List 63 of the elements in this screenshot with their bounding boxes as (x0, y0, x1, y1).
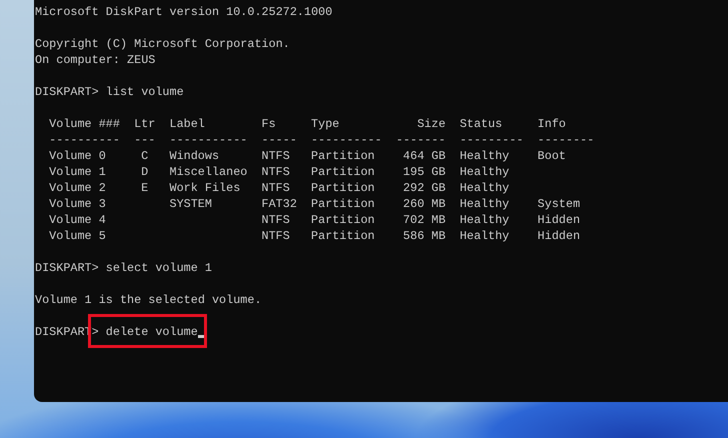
command-line: DISKPART> list volume (35, 84, 184, 100)
table-cell-text: 195 GB (402, 164, 446, 180)
column-header: Fs (262, 116, 277, 132)
table-cell-text: NTFS (262, 228, 291, 244)
column-separator: ----- (262, 132, 297, 148)
column-separator: --- (134, 132, 156, 148)
table-cell-text: 292 GB (402, 180, 446, 196)
column-separator: ------- (396, 132, 446, 148)
table-cell-text: Windows (169, 148, 220, 164)
table-cell-text: NTFS (262, 164, 291, 180)
table-cell-text: Partition (311, 228, 376, 244)
column-separator: --------- (460, 132, 524, 148)
column-separator: ---------- (49, 132, 120, 148)
table-cell-text: 702 MB (402, 212, 446, 228)
table-cell-text: Hidden (538, 228, 582, 244)
table-cell-text: Volume 2 (49, 180, 107, 196)
column-header: Type (311, 116, 340, 132)
column-header: Ltr (134, 116, 156, 132)
column-header: Volume ### (49, 116, 120, 132)
table-cell-text: Hidden (538, 212, 582, 228)
table-cell-text: Healthy (460, 196, 510, 212)
output-text: On computer: ZEUS (35, 52, 156, 68)
table-cell-text: Healthy (460, 164, 510, 180)
table-cell-text: C (140, 148, 150, 164)
column-header: Status (460, 116, 504, 132)
column-separator: ----------- (169, 132, 248, 148)
table-cell-text: SYSTEM (169, 196, 213, 212)
table-cell-text: Volume 0 (49, 148, 107, 164)
table-cell-text: Healthy (460, 212, 510, 228)
table-cell-text: Volume 5 (49, 228, 107, 244)
table-cell: Miscellaneo (169, 164, 248, 180)
table-cell-text: Partition (311, 180, 376, 196)
table-cell-text: Partition (311, 212, 376, 228)
column-separator: -------- (538, 132, 594, 148)
table-cell-text: Partition (311, 148, 376, 164)
table-cell-text: D (140, 164, 150, 180)
table-cell-text: Healthy (460, 228, 510, 244)
table-cell-text: 260 MB (402, 196, 446, 212)
table-cell-text: NTFS (262, 180, 291, 196)
table-cell-text: Volume 4 (49, 212, 107, 228)
table-cell-text: Work Files (169, 180, 242, 196)
table-cell-text: 464 GB (402, 148, 446, 164)
table-cell-text: Volume 3 (49, 196, 107, 212)
table-cell-text: 586 MB (402, 228, 446, 244)
table-cell-text: Healthy (460, 180, 510, 196)
column-header: Size (416, 116, 446, 132)
table-cell-text: Boot (538, 148, 567, 164)
output-text: Volume 1 is the selected volume. (35, 292, 262, 308)
table-cell-text: NTFS (262, 212, 291, 228)
column-header: Label (169, 116, 206, 132)
output-text: Copyright (C) Microsoft Corporation. (35, 36, 290, 52)
table-cell-text: Volume 1 (49, 164, 107, 180)
table-cell-text: E (140, 180, 150, 196)
command-line: DISKPART> select volume 1 (35, 260, 212, 276)
table-cell-text: Partition (311, 196, 376, 212)
table-cell-text: NTFS (262, 148, 291, 164)
column-separator: ---------- (311, 132, 382, 148)
table-cell-text: Healthy (460, 148, 510, 164)
table-cell-text: Partition (311, 164, 376, 180)
table-cell: FAT32 (262, 196, 297, 212)
column-header: Info (538, 116, 567, 132)
table-cell-text: System (538, 196, 582, 212)
output-text: Microsoft DiskPart version 10.0.25272.1000 (35, 4, 332, 20)
